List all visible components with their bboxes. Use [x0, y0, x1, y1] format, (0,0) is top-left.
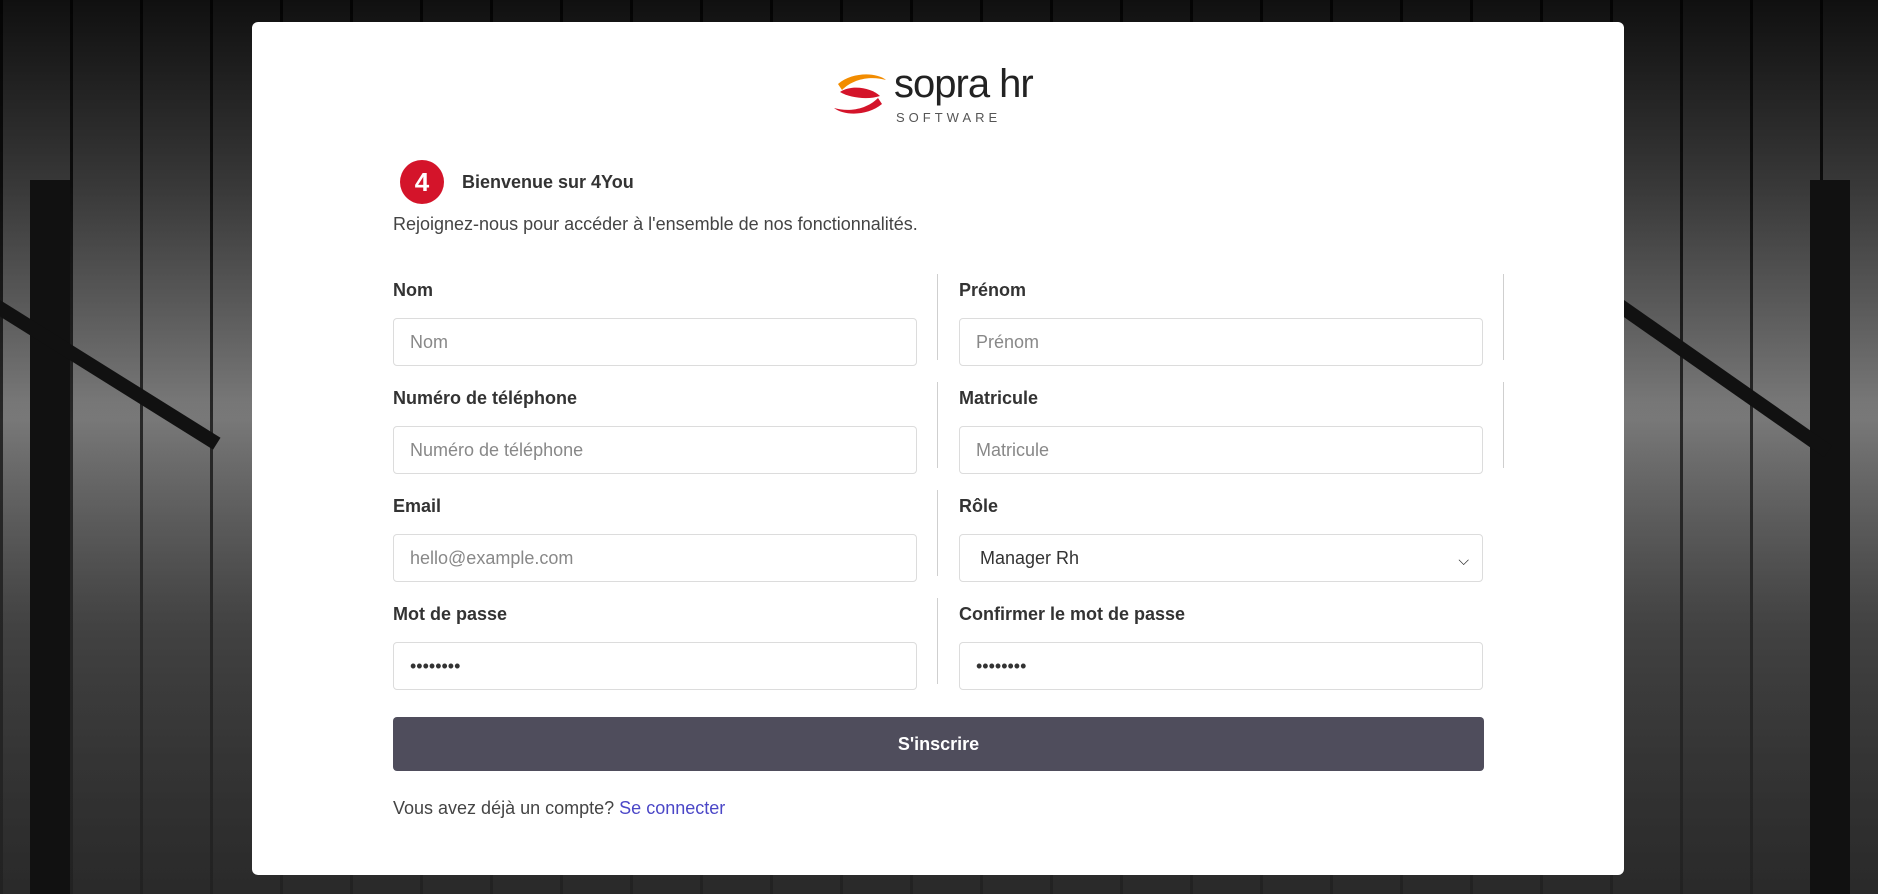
- login-prompt: Vous avez déjà un compte? Se connecter: [393, 798, 725, 819]
- password-label: Mot de passe: [393, 604, 508, 624]
- confirm-password-field: Confirmer le mot de passe: [959, 604, 1483, 690]
- confirm-password-input[interactable]: [959, 642, 1483, 690]
- column-divider: [937, 598, 938, 684]
- brand-name: sopra hr: [894, 62, 1034, 106]
- background-pillar-right: [1810, 180, 1850, 894]
- prenom-field: Prénom: [959, 280, 1483, 366]
- matricule-input[interactable]: [959, 426, 1483, 474]
- signup-card: sopra hr SOFTWARE 4 Bienvenue sur 4You R…: [252, 22, 1624, 875]
- background-pillar-left: [30, 180, 70, 894]
- welcome-subtitle: Rejoignez-nous pour accéder à l'ensemble…: [393, 214, 918, 234]
- brand-subname: SOFTWARE: [896, 110, 1002, 125]
- column-divider: [1503, 274, 1504, 360]
- column-divider: [937, 274, 938, 360]
- role-field: Rôle Manager Rh ⌵: [959, 496, 1483, 582]
- column-divider: [937, 382, 938, 468]
- 4you-logo-icon: 4: [400, 160, 444, 204]
- nom-field: Nom: [393, 280, 917, 366]
- nom-input[interactable]: [393, 318, 917, 366]
- telephone-input[interactable]: [393, 426, 917, 474]
- signup-button[interactable]: S'inscrire: [393, 717, 1484, 771]
- matricule-label: Matricule: [959, 388, 1039, 408]
- login-link[interactable]: Se connecter: [619, 798, 725, 818]
- matricule-field: Matricule: [959, 388, 1483, 474]
- confirm-password-label: Confirmer le mot de passe: [959, 604, 1186, 624]
- email-field: Email: [393, 496, 917, 582]
- telephone-field: Numéro de téléphone: [393, 388, 917, 474]
- password-input[interactable]: [393, 642, 917, 690]
- telephone-label: Numéro de téléphone: [393, 388, 578, 408]
- prenom-input[interactable]: [959, 318, 1483, 366]
- sopra-hr-logo: sopra hr SOFTWARE: [832, 58, 1052, 128]
- role-label: Rôle: [959, 496, 999, 516]
- column-divider: [937, 490, 938, 576]
- login-prompt-text: Vous avez déjà un compte?: [393, 798, 615, 818]
- role-select[interactable]: Manager Rh: [959, 534, 1483, 582]
- nom-label: Nom: [393, 280, 433, 300]
- prenom-label: Prénom: [959, 280, 1027, 300]
- welcome-title: Bienvenue sur 4You: [462, 171, 634, 192]
- background-beam: [1615, 300, 1833, 458]
- email-label: Email: [393, 496, 442, 516]
- welcome-header: 4 Bienvenue sur 4You: [400, 160, 634, 204]
- email-input[interactable]: [393, 534, 917, 582]
- sopra-swirl-icon: [834, 74, 886, 114]
- column-divider: [1503, 382, 1504, 468]
- password-field: Mot de passe: [393, 604, 917, 690]
